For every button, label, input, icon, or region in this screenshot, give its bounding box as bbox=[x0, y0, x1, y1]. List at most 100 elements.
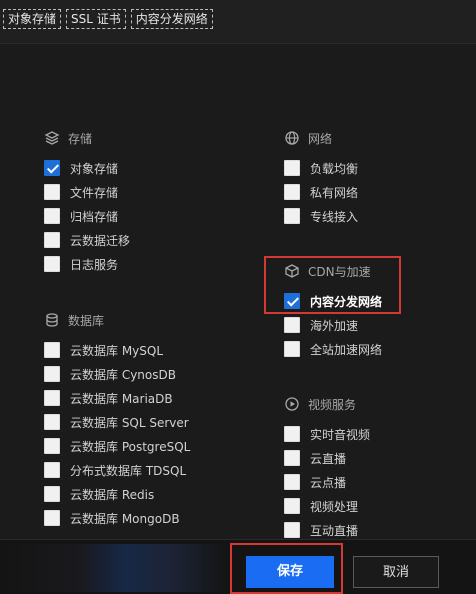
checkbox[interactable] bbox=[44, 208, 60, 224]
checkbox-item-mongodb[interactable]: 云数据库 MongoDB bbox=[44, 506, 190, 530]
storage-header: 存储 bbox=[44, 128, 130, 148]
checkbox-item-vod[interactable]: 云点播 bbox=[284, 470, 370, 494]
checkbox[interactable] bbox=[44, 366, 60, 382]
database-section: 数据库 云数据库 MySQL 云数据库 CynosDB 云数据库 MariaDB… bbox=[44, 310, 190, 530]
database-title: 数据库 bbox=[68, 313, 105, 328]
checkbox[interactable] bbox=[284, 293, 300, 309]
checkbox-label: 云数据库 MariaDB bbox=[70, 391, 173, 406]
storage-section: 存储 对象存储 文件存储 归档存储 云数据迁移 日志服务 bbox=[44, 128, 130, 276]
network-section: 网络 负载均衡 私有网络 专线接入 bbox=[284, 128, 358, 228]
checkbox-label: 日志服务 bbox=[70, 257, 119, 272]
checkbox-item-load-balancer[interactable]: 负载均衡 bbox=[284, 156, 358, 180]
blurred-region bbox=[0, 544, 228, 592]
checkbox[interactable] bbox=[44, 414, 60, 430]
checkbox[interactable] bbox=[44, 390, 60, 406]
checkbox-label: 专线接入 bbox=[310, 209, 359, 224]
checkbox[interactable] bbox=[284, 498, 300, 514]
checkbox[interactable] bbox=[284, 522, 300, 538]
checkbox-label: 归档存储 bbox=[70, 209, 119, 224]
checkbox-label: 云数据库 SQL Server bbox=[70, 415, 189, 430]
cancel-button[interactable]: 取消 bbox=[353, 556, 439, 588]
checkbox-item-object-storage[interactable]: 对象存储 bbox=[44, 156, 130, 180]
checkbox-label: 视频处理 bbox=[310, 499, 359, 514]
checkbox-item-redis[interactable]: 云数据库 Redis bbox=[44, 482, 190, 506]
video-header: 视频服务 bbox=[284, 394, 370, 414]
checkbox-label: 云数据迁移 bbox=[70, 233, 131, 248]
checkbox-label: 云点播 bbox=[310, 475, 347, 490]
product-selector-panel: 存储 对象存储 文件存储 归档存储 云数据迁移 日志服务 数据库 云数据库 My… bbox=[0, 44, 476, 539]
checkbox-label: 云数据库 CynosDB bbox=[70, 367, 176, 382]
checkbox-label: 负载均衡 bbox=[310, 161, 359, 176]
play-circle-icon bbox=[284, 396, 300, 412]
cdn-header: CDN与加速 bbox=[284, 261, 382, 281]
checkbox-label: 海外加速 bbox=[310, 318, 359, 333]
checkbox[interactable] bbox=[284, 317, 300, 333]
selected-tags-bar: 对象存储 SSL 证书 内容分发网络 bbox=[0, 0, 476, 44]
checkbox[interactable] bbox=[44, 438, 60, 454]
checkbox-item-cdn[interactable]: 内容分发网络 bbox=[284, 289, 382, 313]
checkbox-label: 云数据库 PostgreSQL bbox=[70, 439, 191, 454]
checkbox[interactable] bbox=[44, 160, 60, 176]
checkbox-item-sqlserver[interactable]: 云数据库 SQL Server bbox=[44, 410, 190, 434]
checkbox-item-vpc[interactable]: 私有网络 bbox=[284, 180, 358, 204]
checkbox-item-log-service[interactable]: 日志服务 bbox=[44, 252, 130, 276]
checkbox-label: 云数据库 Redis bbox=[70, 487, 155, 502]
checkbox[interactable] bbox=[44, 256, 60, 272]
selected-tag[interactable]: SSL 证书 bbox=[66, 9, 126, 29]
checkbox-label: 云数据库 MongoDB bbox=[70, 511, 180, 526]
checkbox-label: 对象存储 bbox=[70, 161, 119, 176]
checkbox[interactable] bbox=[284, 160, 300, 176]
checkbox[interactable] bbox=[284, 208, 300, 224]
checkbox-label: 分布式数据库 TDSQL bbox=[70, 463, 187, 478]
cube-icon bbox=[284, 263, 300, 279]
checkbox[interactable] bbox=[44, 232, 60, 248]
checkbox-item-data-migration[interactable]: 云数据迁移 bbox=[44, 228, 130, 252]
checkbox[interactable] bbox=[44, 342, 60, 358]
checkbox[interactable] bbox=[284, 426, 300, 442]
checkbox-item-overseas-acceleration[interactable]: 海外加速 bbox=[284, 313, 382, 337]
checkbox[interactable] bbox=[284, 184, 300, 200]
checkbox-item-archive-storage[interactable]: 归档存储 bbox=[44, 204, 130, 228]
checkbox-item-file-storage[interactable]: 文件存储 bbox=[44, 180, 130, 204]
checkbox-label: 内容分发网络 bbox=[310, 294, 383, 309]
checkbox-item-tdsql[interactable]: 分布式数据库 TDSQL bbox=[44, 458, 190, 482]
checkbox[interactable] bbox=[284, 341, 300, 357]
network-header: 网络 bbox=[284, 128, 358, 148]
checkbox-item-mysql[interactable]: 云数据库 MySQL bbox=[44, 338, 190, 362]
dialog-footer: 保存 取消 bbox=[0, 539, 476, 594]
storage-title: 存储 bbox=[68, 131, 93, 146]
checkbox[interactable] bbox=[44, 486, 60, 502]
checkbox-item-mariadb[interactable]: 云数据库 MariaDB bbox=[44, 386, 190, 410]
checkbox-item-postgresql[interactable]: 云数据库 PostgreSQL bbox=[44, 434, 190, 458]
video-title: 视频服务 bbox=[308, 397, 357, 412]
selected-tag[interactable]: 内容分发网络 bbox=[130, 9, 213, 29]
checkbox-label: 私有网络 bbox=[310, 185, 359, 200]
checkbox[interactable] bbox=[44, 184, 60, 200]
globe-icon bbox=[284, 130, 300, 146]
checkbox-label: 文件存储 bbox=[70, 185, 119, 200]
checkbox[interactable] bbox=[284, 474, 300, 490]
checkbox[interactable] bbox=[44, 462, 60, 478]
checkbox-item-trtc[interactable]: 实时音视频 bbox=[284, 422, 370, 446]
database-icon bbox=[44, 312, 60, 328]
selected-tag[interactable]: 对象存储 bbox=[3, 9, 62, 29]
checkbox-label: 云直播 bbox=[310, 451, 347, 466]
checkbox[interactable] bbox=[284, 450, 300, 466]
checkbox-item-live[interactable]: 云直播 bbox=[284, 446, 370, 470]
database-header: 数据库 bbox=[44, 310, 190, 330]
checkbox-label: 互动直播 bbox=[310, 523, 359, 538]
checkbox-label: 实时音视频 bbox=[310, 427, 371, 442]
checkbox-label: 全站加速网络 bbox=[310, 342, 383, 357]
checkbox-item-cynosdb[interactable]: 云数据库 CynosDB bbox=[44, 362, 190, 386]
selected-tags: 对象存储 SSL 证书 内容分发网络 bbox=[3, 9, 213, 29]
video-section: 视频服务 实时音视频 云直播 云点播 视频处理 互动直播 bbox=[284, 394, 370, 542]
checkbox-label: 云数据库 MySQL bbox=[70, 343, 164, 358]
checkbox-item-direct-connect[interactable]: 专线接入 bbox=[284, 204, 358, 228]
checkbox-item-global-acceleration[interactable]: 全站加速网络 bbox=[284, 337, 382, 361]
cdn-title: CDN与加速 bbox=[308, 264, 371, 279]
save-button[interactable]: 保存 bbox=[246, 556, 334, 588]
checkbox-item-media-processing[interactable]: 视频处理 bbox=[284, 494, 370, 518]
checkbox[interactable] bbox=[44, 510, 60, 526]
cdn-section: CDN与加速 内容分发网络 海外加速 全站加速网络 bbox=[284, 261, 382, 361]
layers-icon bbox=[44, 130, 60, 146]
